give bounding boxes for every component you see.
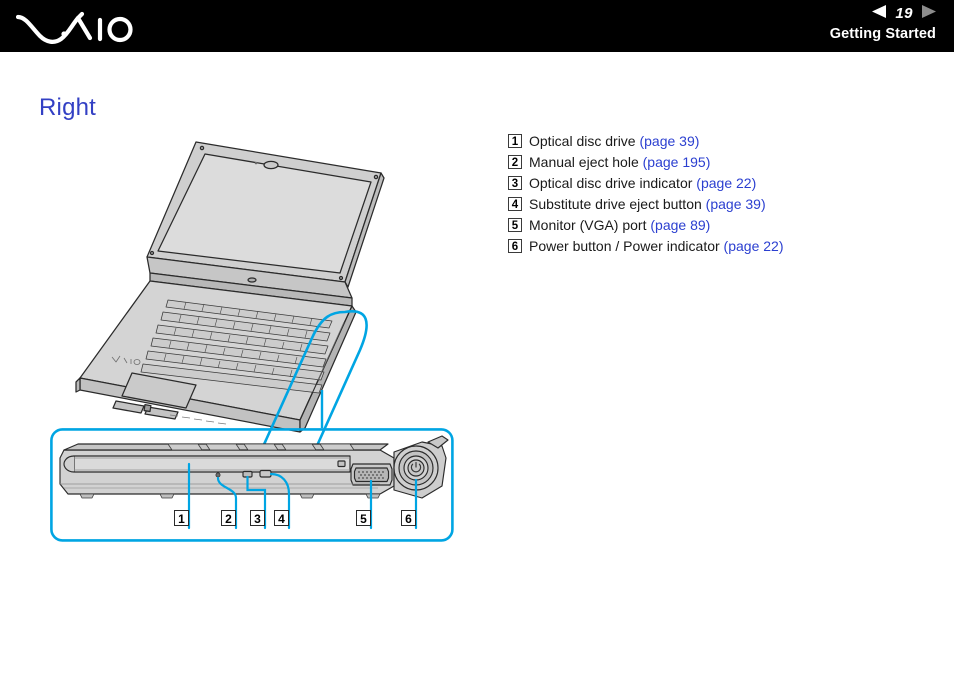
legend-label: Manual eject hole (page 195) [529, 153, 710, 172]
page-reference-link[interactable]: (page 195) [643, 154, 711, 170]
legend-label-text: Optical disc drive indicator [529, 175, 693, 191]
list-item: 3 Optical disc drive indicator (page 22) [508, 174, 928, 195]
list-item: 2 Manual eject hole (page 195) [508, 153, 928, 174]
callout-number-1: 1 [174, 510, 189, 526]
legend-label: Optical disc drive indicator (page 22) [529, 174, 756, 193]
legend-number-badge: 5 [508, 218, 522, 232]
page-reference-link[interactable]: (page 39) [639, 133, 699, 149]
legend-number-badge: 4 [508, 197, 522, 211]
legend-label: Optical disc drive (page 39) [529, 132, 699, 151]
legend-number-badge: 3 [508, 176, 522, 190]
legend-label-text: Manual eject hole [529, 154, 639, 170]
manual-eject-hole [215, 472, 221, 478]
page-reference-link[interactable]: (page 89) [650, 217, 710, 233]
callout-number-6: 6 [401, 510, 416, 526]
vaio-logo [15, 8, 138, 46]
legend-label: Substitute drive eject button (page 39) [529, 195, 766, 214]
list-item: 4 Substitute drive eject button (page 39… [508, 195, 928, 216]
section-title: Getting Started [829, 26, 936, 42]
callout-number-2: 2 [221, 510, 236, 526]
callout-number-row: 1 2 3 4 5 6 [50, 510, 454, 532]
callout-number-4: 4 [274, 510, 289, 526]
callout-number-3: 3 [250, 510, 265, 526]
legend-label-text: Substitute drive eject button [529, 196, 702, 212]
page-number: 19 [895, 5, 913, 22]
legend-label-text: Optical disc drive [529, 133, 636, 149]
legend-number-badge: 1 [508, 134, 522, 148]
legend-label: Power button / Power indicator (page 22) [529, 237, 783, 256]
legend-label-text: Power button / Power indicator [529, 238, 720, 254]
page-reference-link[interactable]: (page 22) [696, 175, 756, 191]
header-bar: 19 Getting Started [0, 0, 954, 52]
callout-number-5: 5 [356, 510, 371, 526]
legend-label: Monitor (VGA) port (page 89) [529, 216, 710, 235]
left-triangle-arrow-icon[interactable] [872, 5, 888, 23]
list-item: 6 Power button / Power indicator (page 2… [508, 237, 928, 258]
page-reference-link[interactable]: (page 22) [724, 238, 784, 254]
page-reference-link[interactable]: (page 39) [706, 196, 766, 212]
legend-number-badge: 6 [508, 239, 522, 253]
legend-list: 1 Optical disc drive (page 39) 2 Manual … [508, 132, 928, 258]
header-navigation[interactable]: 19 [872, 4, 936, 24]
legend-number-badge: 2 [508, 155, 522, 169]
right-triangle-arrow-icon[interactable] [920, 5, 936, 23]
substitute-eject-button [259, 469, 272, 478]
list-item: 1 Optical disc drive (page 39) [508, 132, 928, 153]
legend-label-text: Monitor (VGA) port [529, 217, 647, 233]
list-item: 5 Monitor (VGA) port (page 89) [508, 216, 928, 237]
